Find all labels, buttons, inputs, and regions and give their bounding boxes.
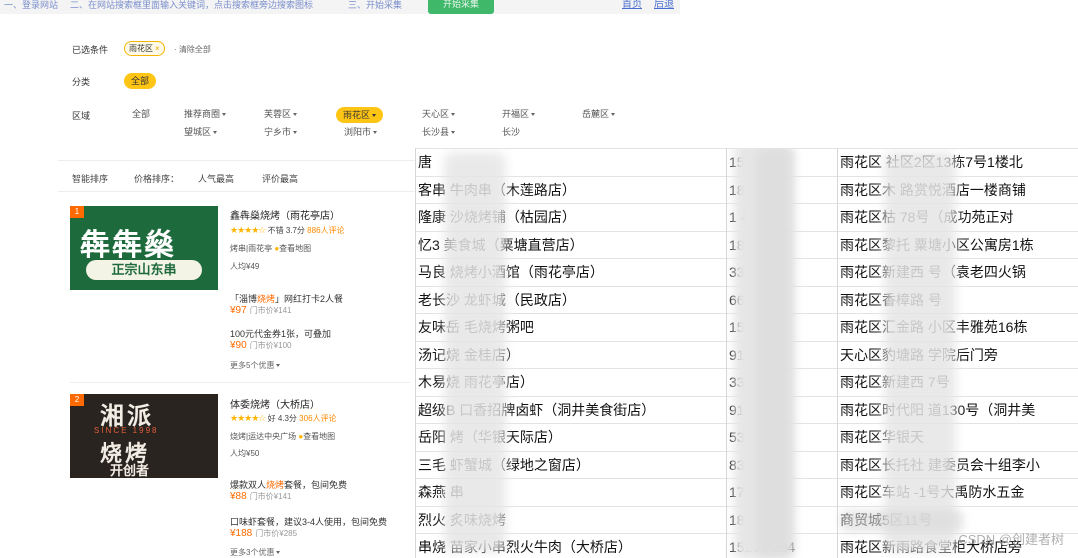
thumb-since: SINCE 1998 [94, 426, 159, 435]
thumb-brand-text: 犇犇燊 [80, 229, 176, 262]
caret-down-icon [372, 114, 377, 118]
cell-address[interactable]: 雨花区新建西 号（袁老四火锅 [840, 259, 1078, 286]
more-deals-link[interactable]: 更多5个优惠 [230, 360, 281, 371]
caret-down-icon [451, 131, 456, 135]
filter-panel: 已选条件 雨花区 × · 清除全部 分类 全部 区域 全部 推荐商圈 芙蓉区 雨花… [58, 36, 682, 152]
cell-address[interactable]: 雨花区长托社 建委员会十组李小 [840, 452, 1078, 479]
sort-bar: 智能排序 价格排序： 人气最高 评价最高 [58, 160, 418, 192]
back-link[interactable]: 后退 [654, 0, 674, 10]
star-icons: ★★★★☆ [230, 225, 266, 235]
deal-1[interactable]: 爆款双人烧烤套餐，包间免费 [230, 478, 347, 491]
view-map-link[interactable]: 查看地图 [303, 432, 335, 441]
step-login: 一、登录网站 [4, 0, 59, 10]
category-label: 分类 [72, 77, 91, 87]
area-wangcheng[interactable]: 望城区 [184, 127, 218, 138]
area-furong[interactable]: 芙蓉区 [264, 109, 298, 120]
deal-1-price: ¥88 门市价¥141 [230, 491, 292, 502]
area-changsha-county[interactable]: 长沙县 [422, 127, 456, 138]
watermark: CSDN @创建者树 [958, 532, 1064, 547]
cell-address[interactable]: 天心区豹塘路 学院后门旁 [840, 342, 1078, 369]
cell-address[interactable]: 雨花区时代阳 道130号（洞井美 [840, 397, 1078, 424]
clear-all-link[interactable]: · 清除全部 [174, 44, 211, 55]
caret-down-icon [451, 113, 456, 117]
shop-thumbnail[interactable]: 1 犇犇燊 正宗山东串 [70, 206, 218, 290]
listing-item[interactable]: 2 湘派 SINCE 1998 烧烤 开创者 体委烧烤（大桥店） ★★★★☆ 好… [58, 388, 418, 558]
instruction-strip: 一、登录网站 二、在网站搜索框里面输入关键词，点击搜索框旁边搜索图标 三、开始采… [0, 0, 680, 14]
caret-down-icon [611, 113, 616, 117]
result-spreadsheet: 唐159雨花区 社区2区13栋7号1楼北客串 牛肉串（木莲路店）18雨花区木 路… [415, 148, 1078, 558]
shop-meta: 烤串|雨花亭 ●查看地图 [230, 244, 312, 253]
caret-down-icon [213, 131, 218, 135]
cell-address[interactable]: 雨花区汇金路 小区丰雅苑16栋 [840, 314, 1078, 341]
cell-address[interactable]: 雨花区黎托 粟塘小区公寓房1栋 [840, 232, 1078, 259]
start-collect-button[interactable]: 开始采集 [428, 0, 494, 14]
shop-thumbnail[interactable]: 2 湘派 SINCE 1998 烧烤 开创者 [70, 394, 218, 478]
avg-price: 人均¥50 [230, 449, 260, 458]
sort-rating[interactable]: 评价最高 [262, 172, 298, 185]
selected-chip-yuhua[interactable]: 雨花区 × [124, 41, 165, 56]
deal-1-price: ¥97 门市价¥141 [230, 305, 292, 316]
blur-mask [884, 152, 956, 552]
area-liuyang[interactable]: 浏阳市 [344, 127, 378, 138]
caret-down-icon [531, 113, 536, 117]
caret-down-icon [293, 113, 298, 117]
rank-badge: 1 [70, 206, 84, 218]
more-deals-link[interactable]: 更多3个优惠 [230, 547, 281, 558]
area-kaifu[interactable]: 开福区 [502, 109, 536, 120]
cell-address[interactable]: 雨花区 社区2区13栋7号1楼北 [840, 149, 1078, 176]
cell-address[interactable]: 雨花区香樟路 号 [840, 287, 1078, 314]
shop-meta: 烧烤|运达中央广场 ●查看地图 [230, 432, 336, 441]
chevron-down-icon [276, 551, 281, 555]
cell-address[interactable]: 雨花区枯 78号（成功苑正对 [840, 204, 1078, 231]
cell-address[interactable]: 雨花区木 路赏悦酒店一楼商铺 [840, 177, 1078, 204]
area-tianxin[interactable]: 天心区 [422, 109, 456, 120]
sort-smart[interactable]: 智能排序 [72, 172, 108, 185]
column-divider [726, 148, 727, 558]
area-business-district[interactable]: 推荐商圈 [184, 109, 227, 120]
cell-address[interactable]: 雨花区车站 -1号大禹防水五金 [840, 479, 1078, 506]
view-map-link[interactable]: 查看地图 [279, 244, 311, 253]
deal-2-price: ¥188 门市价¥285 [230, 528, 298, 539]
caret-down-icon [222, 113, 227, 117]
area-label: 区域 [72, 111, 91, 121]
chip-label: 雨花区 [129, 44, 153, 53]
step-collect: 三、开始采集 [348, 0, 403, 10]
cell-address[interactable]: 雨花区新建西 7号 [840, 369, 1078, 396]
cell-address[interactable]: 雨花区华银天 [840, 424, 1078, 451]
category-all-pill[interactable]: 全部 [124, 73, 157, 89]
blur-mask [756, 148, 794, 558]
thumb-pioneer-text: 开创者 [110, 463, 150, 478]
listing-item[interactable]: 1 犇犇燊 正宗山东串 鑫犇燊烧烤（雨花亭店） ★★★★☆ 不错 3.7分 88… [58, 200, 418, 380]
deal-2[interactable]: 100元代金券1张，可叠加 [230, 327, 331, 340]
star-icons: ★★★★☆ [230, 413, 266, 423]
selected-conditions-label: 已选条件 [72, 45, 109, 55]
deal-2[interactable]: 口味虾套餐，建议3-4人使用，包间免费 [230, 515, 387, 528]
caret-down-icon [373, 131, 378, 135]
thumb-slogan: 正宗山东串 [86, 260, 202, 280]
caret-down-icon [293, 131, 298, 135]
area-yuhua-pill[interactable]: 雨花区 [336, 107, 384, 123]
divider [70, 382, 410, 383]
area-ningxiang[interactable]: 宁乡市 [264, 127, 298, 138]
blur-mask [840, 510, 964, 532]
sort-popular[interactable]: 人气最高 [198, 172, 234, 185]
deal-1[interactable]: 「淄博烧烤」网红打卡2人餐 [230, 292, 343, 305]
shop-title[interactable]: 鑫犇燊烧烤（雨花亭店） [230, 207, 340, 222]
home-link[interactable]: 首页 [622, 0, 642, 10]
sort-price[interactable]: 价格排序： [134, 172, 179, 185]
shop-title[interactable]: 体委烧烤（大桥店） [230, 396, 320, 411]
chevron-down-icon [276, 364, 281, 368]
step-search: 二、在网站搜索框里面输入关键词，点击搜索框旁边搜索图标 [70, 0, 314, 10]
close-icon[interactable]: × [155, 44, 160, 53]
rating-row: ★★★★☆ 不错 3.7分 886人评论 [230, 225, 345, 235]
column-divider [837, 148, 838, 558]
area-changsha[interactable]: 长沙 [502, 127, 520, 138]
area-all[interactable]: 全部 [132, 109, 150, 120]
blur-mask [444, 152, 506, 552]
deal-2-price: ¥90 门市价¥100 [230, 340, 292, 351]
avg-price: 人均¥49 [230, 262, 260, 271]
rating-row: ★★★★☆ 好 4.3分 306人评论 [230, 413, 337, 423]
area-yuelu[interactable]: 岳麓区 [582, 109, 616, 120]
rank-badge: 2 [70, 394, 84, 406]
